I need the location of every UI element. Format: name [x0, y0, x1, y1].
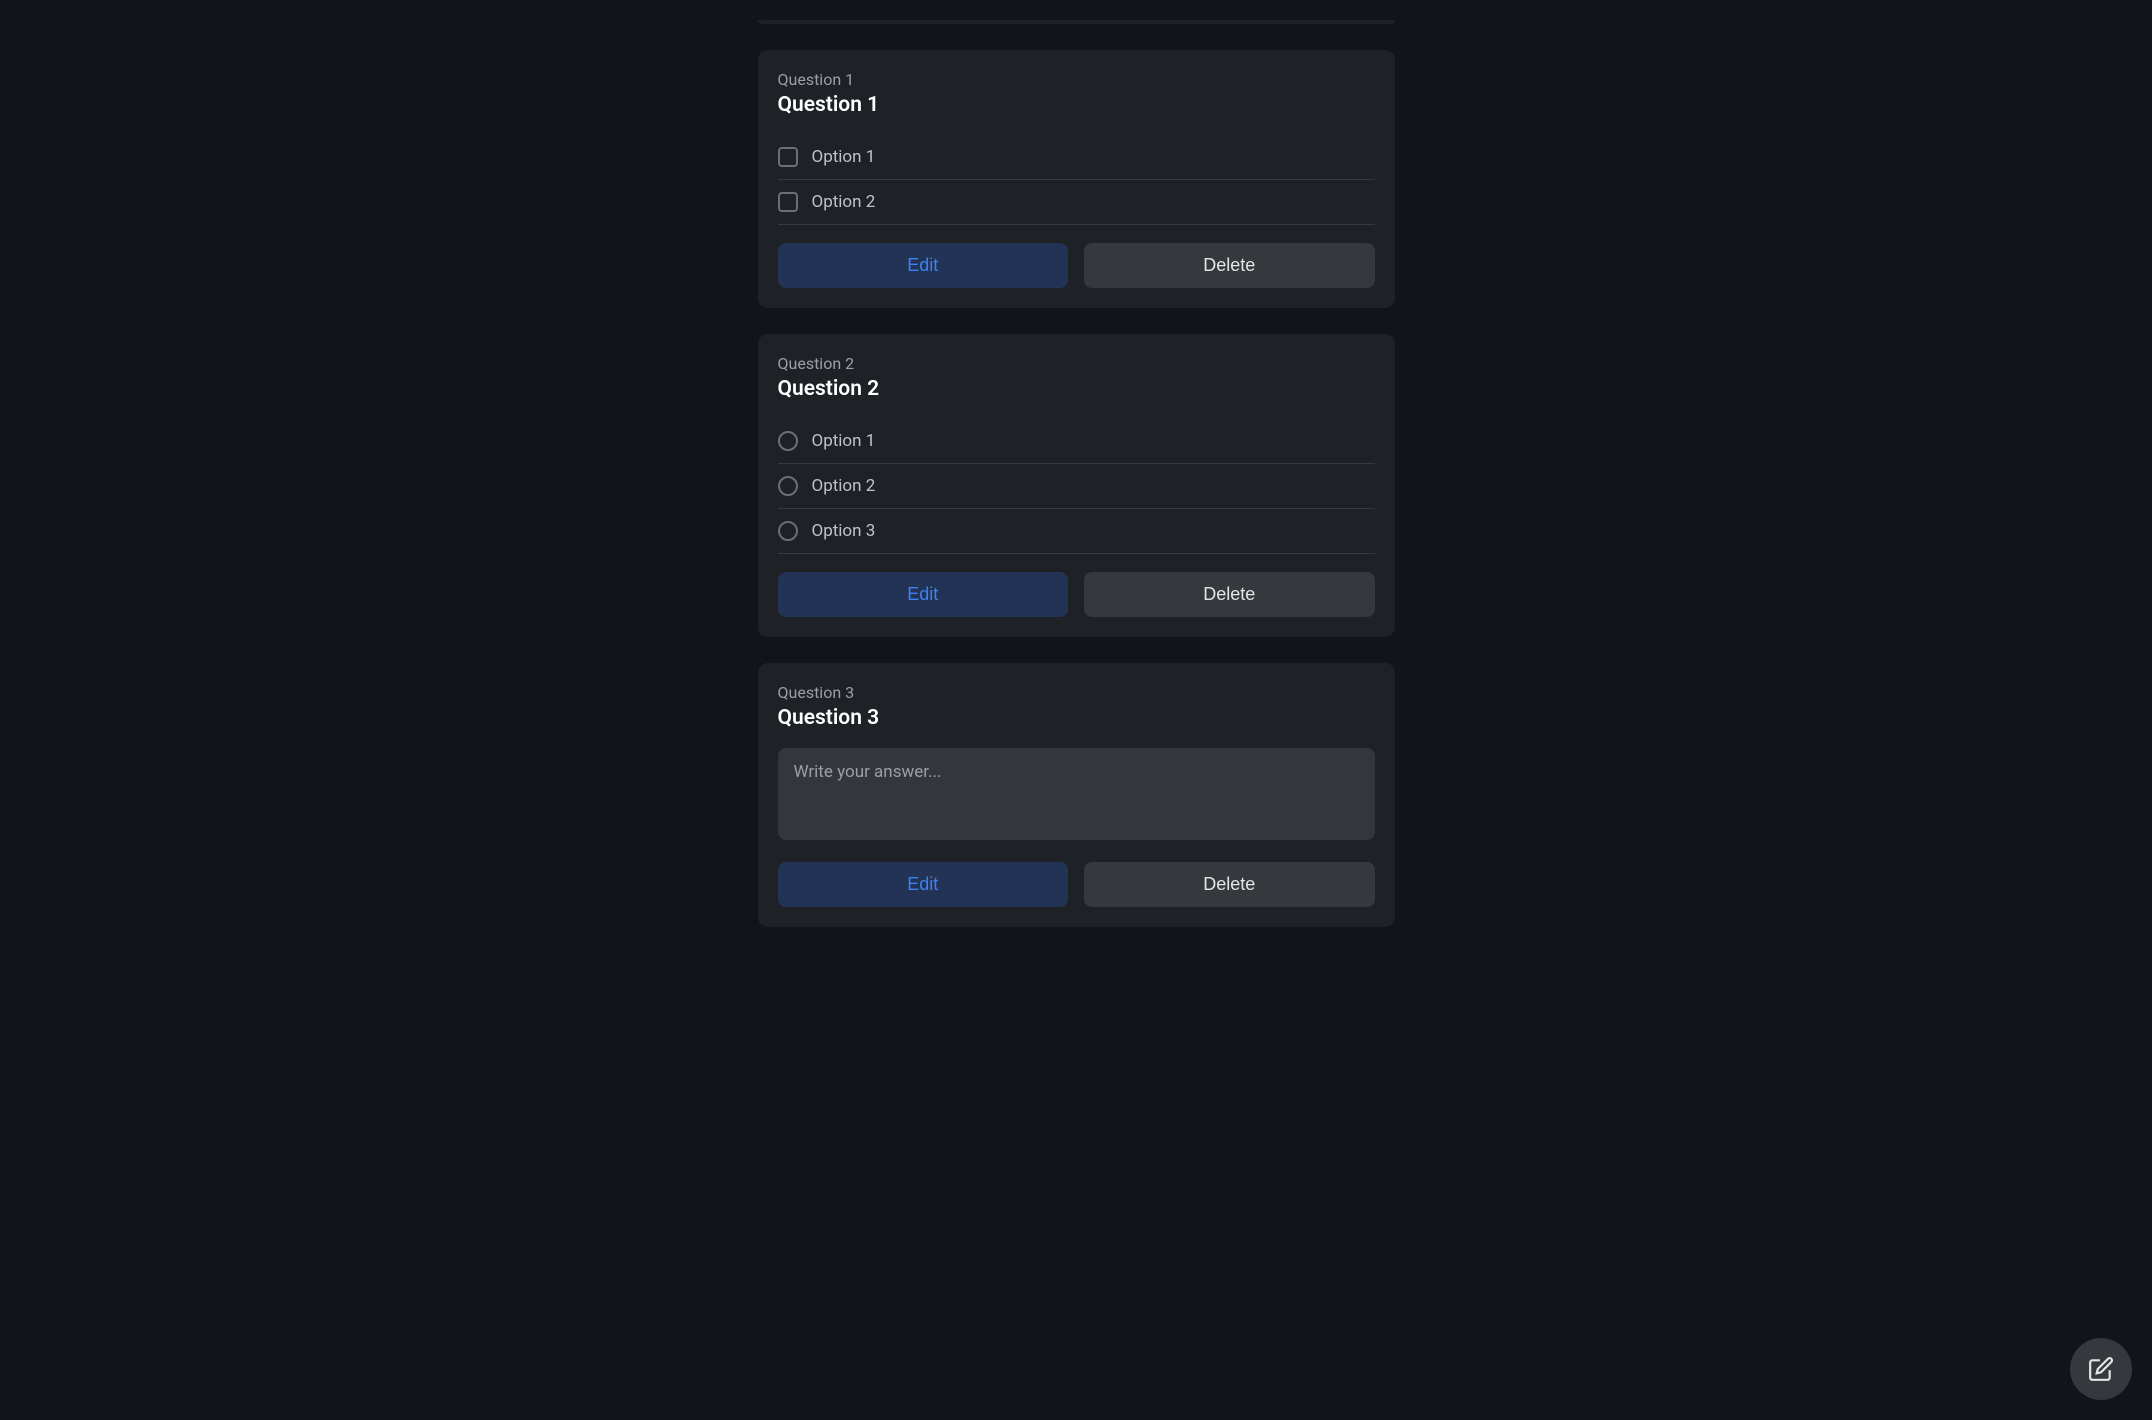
questions-container: Question 1 Question 1 Option 1 Option 2 …: [758, 20, 1395, 1420]
option-label: Option 2: [812, 192, 876, 212]
question-label: Question 3: [778, 683, 1375, 702]
edit-icon: [2088, 1356, 2114, 1382]
delete-button[interactable]: Delete: [1084, 572, 1375, 617]
question-card-2: Question 2 Question 2 Option 1 Option 2 …: [758, 334, 1395, 637]
answer-input[interactable]: [778, 748, 1375, 840]
option-row[interactable]: Option 3: [778, 509, 1375, 554]
radio-icon[interactable]: [778, 521, 798, 541]
checkbox-icon[interactable]: [778, 147, 798, 167]
edit-button[interactable]: Edit: [778, 862, 1069, 907]
edit-button[interactable]: Edit: [778, 243, 1069, 288]
question-title: Question 2: [778, 377, 1375, 401]
option-row[interactable]: Option 1: [778, 419, 1375, 464]
previous-card-edge: [758, 20, 1395, 24]
option-row[interactable]: Option 1: [778, 135, 1375, 180]
question-card-3: Question 3 Question 3 Edit Delete: [758, 663, 1395, 927]
question-card-1: Question 1 Question 1 Option 1 Option 2 …: [758, 50, 1395, 308]
button-row: Edit Delete: [778, 862, 1375, 907]
radio-icon[interactable]: [778, 431, 798, 451]
option-row[interactable]: Option 2: [778, 180, 1375, 225]
radio-icon[interactable]: [778, 476, 798, 496]
delete-button[interactable]: Delete: [1084, 243, 1375, 288]
question-title: Question 3: [778, 706, 1375, 730]
fab-compose-button[interactable]: [2070, 1338, 2132, 1400]
option-label: Option 1: [812, 147, 876, 167]
delete-button[interactable]: Delete: [1084, 862, 1375, 907]
option-label: Option 1: [812, 431, 876, 451]
button-row: Edit Delete: [778, 243, 1375, 288]
edit-button[interactable]: Edit: [778, 572, 1069, 617]
checkbox-icon[interactable]: [778, 192, 798, 212]
question-label: Question 1: [778, 70, 1375, 89]
option-row[interactable]: Option 2: [778, 464, 1375, 509]
option-label: Option 2: [812, 476, 876, 496]
question-title: Question 1: [778, 93, 1375, 117]
question-label: Question 2: [778, 354, 1375, 373]
option-label: Option 3: [812, 521, 876, 541]
button-row: Edit Delete: [778, 572, 1375, 617]
